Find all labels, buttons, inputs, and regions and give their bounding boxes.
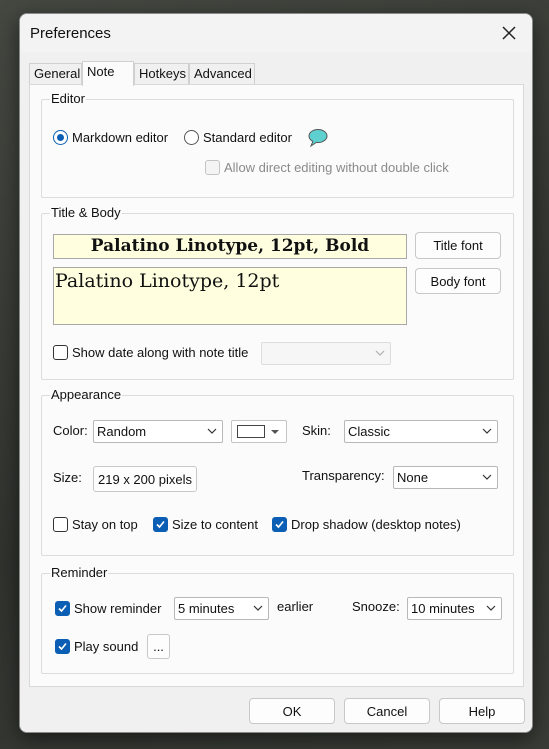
markdown-editor-label[interactable]: Markdown editor: [72, 130, 168, 145]
checkmark-icon: [58, 604, 67, 613]
reminder-group-label: Reminder: [50, 565, 109, 580]
size-label: Size:: [53, 470, 82, 485]
size-to-content-label[interactable]: Size to content: [172, 517, 258, 532]
color-select[interactable]: Random: [93, 420, 223, 443]
body-font-button[interactable]: Body font: [415, 268, 501, 294]
skin-select-value: Classic: [348, 424, 390, 439]
chevron-down-icon: [486, 605, 496, 611]
tab-hotkeys[interactable]: Hotkeys: [134, 63, 189, 85]
editor-group-label: Editor: [50, 91, 86, 106]
choose-sound-button[interactable]: ...: [147, 634, 170, 659]
standard-editor-radio[interactable]: [184, 130, 199, 145]
reminder-time-select[interactable]: 5 minutes: [174, 597, 269, 620]
editor-group: Editor Markdown editor Standard editor A…: [41, 91, 514, 198]
chat-bubble-icon[interactable]: [307, 128, 329, 148]
show-date-label[interactable]: Show date along with note title: [72, 345, 248, 360]
title-font-button[interactable]: Title font: [415, 232, 501, 259]
play-sound-checkbox[interactable]: [55, 639, 70, 654]
drop-shadow-label[interactable]: Drop shadow (desktop notes): [291, 517, 461, 532]
tab-note[interactable]: Note: [82, 61, 134, 86]
play-sound-label[interactable]: Play sound: [74, 639, 138, 654]
transparency-select-value: None: [397, 470, 429, 485]
close-icon: [502, 26, 516, 40]
skin-select[interactable]: Classic: [344, 420, 498, 443]
transparency-label: Transparency:: [302, 468, 385, 483]
drop-shadow-checkbox[interactable]: [272, 517, 287, 532]
checkmark-icon: [58, 642, 67, 651]
help-button[interactable]: Help: [439, 698, 525, 724]
markdown-editor-radio[interactable]: [53, 130, 68, 145]
earlier-label: earlier: [277, 599, 314, 614]
stay-on-top-checkbox[interactable]: [53, 517, 68, 532]
stay-on-top-label[interactable]: Stay on top: [72, 517, 138, 532]
checkmark-icon: [156, 520, 165, 529]
show-date-checkbox[interactable]: [53, 345, 68, 360]
transparency-select[interactable]: None: [393, 466, 498, 489]
title-body-group-label: Title & Body: [50, 205, 122, 220]
reminder-group: Reminder Show reminder 5 minutes earlier…: [41, 565, 514, 674]
title-bar: Preferences: [20, 14, 532, 52]
allow-direct-editing-label[interactable]: Allow direct editing without double clic…: [224, 160, 449, 175]
chevron-down-icon: [253, 605, 263, 611]
chevron-down-icon: [375, 350, 385, 356]
appearance-group-label: Appearance: [50, 387, 123, 402]
title-body-group: Title & Body Palatino Linotype, 12pt, Bo…: [41, 205, 514, 380]
close-button[interactable]: [496, 21, 522, 45]
ok-button[interactable]: OK: [249, 698, 335, 724]
checkmark-icon: [275, 520, 284, 529]
chevron-down-icon: [207, 428, 217, 434]
note-tab-panel: Editor Markdown editor Standard editor A…: [29, 84, 524, 687]
snooze-value: 10 minutes: [411, 601, 475, 616]
snooze-label: Snooze:: [352, 599, 400, 614]
preferences-dialog: Preferences General Note Hotkeys Advance…: [19, 13, 533, 733]
date-format-select[interactable]: [261, 342, 391, 365]
appearance-group: Appearance Color: Random Skin: Classic S…: [41, 387, 514, 556]
cancel-button[interactable]: Cancel: [344, 698, 430, 724]
reminder-time-value: 5 minutes: [178, 601, 235, 616]
color-picker-button[interactable]: [231, 420, 287, 443]
show-reminder-label[interactable]: Show reminder: [74, 601, 161, 616]
chevron-down-icon: [482, 428, 492, 434]
snooze-select[interactable]: 10 minutes: [407, 597, 502, 620]
skin-label: Skin:: [302, 423, 331, 438]
body-font-preview: Palatino Linotype, 12pt: [53, 267, 407, 325]
show-reminder-checkbox[interactable]: [55, 601, 70, 616]
color-label: Color:: [53, 423, 88, 438]
window-title: Preferences: [30, 25, 111, 42]
chevron-down-icon: [482, 474, 492, 480]
tab-advanced[interactable]: Advanced: [189, 63, 255, 85]
dropdown-triangle-icon: [271, 430, 279, 434]
tab-general[interactable]: General: [29, 63, 82, 85]
standard-editor-label[interactable]: Standard editor: [203, 130, 292, 145]
size-button[interactable]: 219 x 200 pixels: [93, 466, 197, 492]
color-swatch: [237, 425, 265, 438]
allow-direct-editing-checkbox[interactable]: [205, 160, 220, 175]
color-select-value: Random: [97, 424, 147, 439]
title-font-preview: Palatino Linotype, 12pt, Bold: [53, 234, 407, 259]
dialog-footer: OK Cancel Help: [20, 687, 532, 732]
size-to-content-checkbox[interactable]: [153, 517, 168, 532]
